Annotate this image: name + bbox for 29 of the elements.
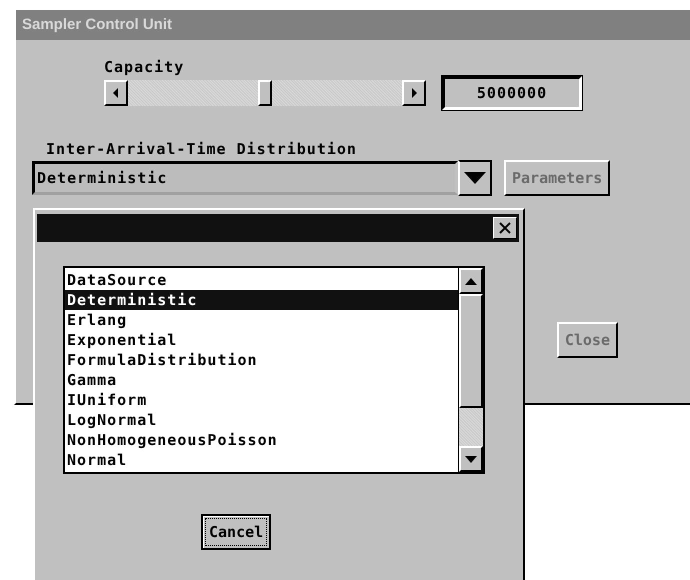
- cancel-button[interactable]: Cancel: [201, 514, 272, 550]
- list-item[interactable]: Erlang: [65, 310, 458, 330]
- distribution-label: Inter-Arrival-Time Distribution: [46, 140, 358, 158]
- dropdown-button[interactable]: [458, 160, 492, 196]
- list-item[interactable]: Exponential: [65, 330, 458, 350]
- caret-icon: [464, 172, 486, 184]
- right-arrow-button[interactable]: [402, 80, 426, 106]
- list-item[interactable]: NonHomogeneousPoisson: [65, 430, 458, 450]
- list-item[interactable]: Gamma: [65, 370, 458, 390]
- distribution-field[interactable]: Deterministic: [32, 161, 458, 195]
- capacity-field[interactable]: 5000000: [442, 76, 582, 110]
- right-arrow-icon: [410, 88, 418, 98]
- slider-thumb[interactable]: [258, 80, 272, 106]
- close-icon: [499, 222, 511, 234]
- list-item[interactable]: FormulaDistribution: [65, 350, 458, 370]
- list-item[interactable]: IUniform: [65, 390, 458, 410]
- left-arrow-icon: [112, 88, 120, 98]
- window-title: Sampler Control Unit: [16, 10, 690, 40]
- down-arrow-icon: [465, 456, 477, 462]
- up-arrow-icon: [465, 278, 477, 284]
- close-button[interactable]: [493, 217, 517, 239]
- left-arrow-button[interactable]: [104, 80, 128, 106]
- list-item[interactable]: Deterministic: [65, 290, 458, 310]
- list-item[interactable]: DataSource: [65, 270, 458, 290]
- scrollbar-thumb[interactable]: [459, 294, 483, 408]
- scrollbar[interactable]: [458, 268, 483, 472]
- capacity-label: Capacity: [104, 58, 184, 76]
- list-item[interactable]: LogNormal: [65, 410, 458, 430]
- list-item[interactable]: Normal: [65, 450, 458, 470]
